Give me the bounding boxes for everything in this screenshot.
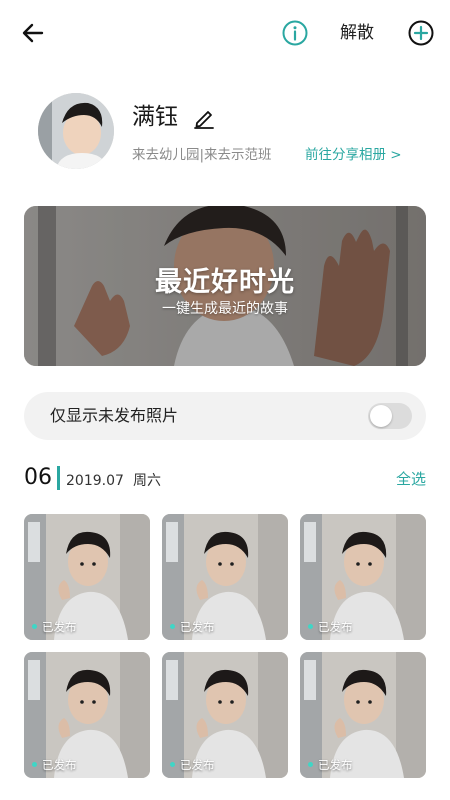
- profile-description: 来去幼儿园|来去示范班: [132, 147, 272, 163]
- published-status-label: 已发布: [180, 758, 215, 772]
- top-bar: 解散: [0, 0, 450, 64]
- published-status-label: 已发布: [318, 620, 353, 634]
- recent-story-banner[interactable]: 最近好时光 一键生成最近的故事: [24, 206, 426, 366]
- banner-subtitle: 一键生成最近的故事: [162, 301, 288, 317]
- status-dot-icon: [308, 762, 313, 767]
- info-button[interactable]: [281, 19, 309, 47]
- date-month: 2019.07: [66, 473, 124, 489]
- unpublished-filter-label: 仅显示未发布照片: [50, 406, 179, 425]
- status-dot-icon: [32, 762, 37, 767]
- toggle-knob: [370, 405, 392, 427]
- date-day: 06: [24, 465, 52, 490]
- published-status-label: 已发布: [180, 620, 215, 634]
- select-all-button[interactable]: 全选: [396, 468, 426, 490]
- photo-tile[interactable]: 已发布: [300, 652, 426, 778]
- photo-tile[interactable]: 已发布: [300, 514, 426, 640]
- status-dot-icon: [170, 624, 175, 629]
- edit-name-button[interactable]: [192, 106, 216, 130]
- published-status-label: 已发布: [42, 758, 77, 772]
- published-status: 已发布: [32, 758, 77, 772]
- published-status: 已发布: [308, 758, 353, 772]
- avatar[interactable]: [38, 93, 114, 169]
- photo-tile[interactable]: 已发布: [162, 514, 288, 640]
- unpublished-filter-toggle[interactable]: [368, 403, 412, 429]
- published-status: 已发布: [170, 758, 215, 772]
- status-dot-icon: [32, 624, 37, 629]
- unpublished-filter-row: 仅显示未发布照片: [24, 392, 426, 440]
- published-status-label: 已发布: [42, 620, 77, 634]
- photo-tile[interactable]: 已发布: [24, 652, 150, 778]
- published-status-label: 已发布: [318, 758, 353, 772]
- child-portrait-image: [38, 93, 114, 169]
- date-divider: [57, 466, 60, 490]
- published-status: 已发布: [32, 620, 77, 634]
- share-album-link[interactable]: 前往分享相册 >: [305, 145, 402, 165]
- add-button[interactable]: [407, 19, 435, 47]
- photo-tile[interactable]: 已发布: [162, 652, 288, 778]
- status-dot-icon: [308, 624, 313, 629]
- plus-circle-icon: [408, 20, 434, 46]
- date-weekday: 周六: [133, 473, 161, 489]
- pencil-icon: [194, 111, 214, 129]
- back-button[interactable]: [18, 18, 52, 48]
- profile-name: 满钰: [132, 104, 178, 130]
- info-circle-icon: [282, 20, 308, 46]
- banner-title: 最近好时光: [155, 267, 295, 298]
- photo-tile[interactable]: 已发布: [24, 514, 150, 640]
- arrow-left-icon: [22, 23, 44, 43]
- dismiss-button[interactable]: 解散: [340, 20, 374, 46]
- published-status: 已发布: [170, 620, 215, 634]
- published-status: 已发布: [308, 620, 353, 634]
- status-dot-icon: [170, 762, 175, 767]
